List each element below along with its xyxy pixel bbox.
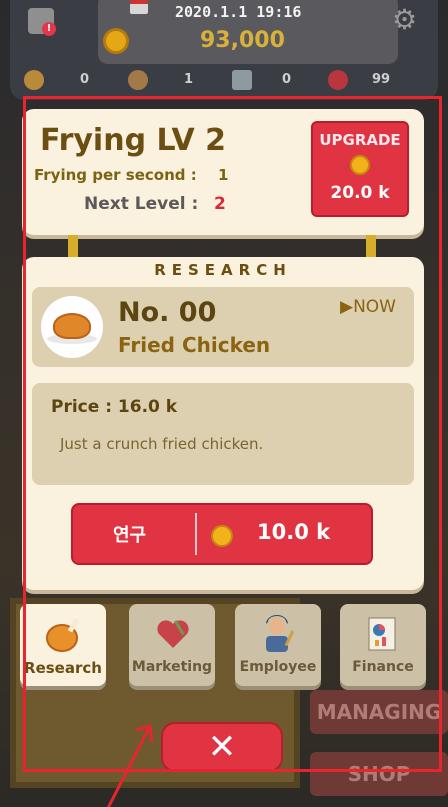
chicken-stat-icon [24, 70, 44, 90]
alert-badge: ! [42, 22, 56, 36]
calendar-icon [130, 0, 148, 14]
stat-value: 0 [80, 72, 90, 87]
customer-stat-icon [128, 70, 148, 90]
annotation-arrow-icon [106, 724, 154, 807]
game-datetime: 2020.1.1 19:16 [175, 3, 302, 21]
gear-icon[interactable]: ⚙ [392, 6, 420, 34]
money-amount: 93,000 [200, 28, 285, 53]
coin-icon [103, 28, 129, 54]
highlight-frame [23, 96, 442, 772]
stat-value: 0 [282, 72, 292, 87]
stat-value: 1 [184, 72, 194, 87]
building-stat-icon [232, 70, 252, 90]
stat-value: 99 [372, 72, 391, 87]
heart-stat-icon [328, 70, 348, 90]
